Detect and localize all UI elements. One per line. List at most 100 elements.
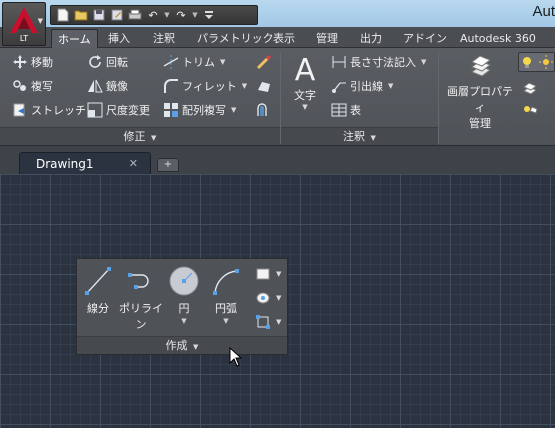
offset-button[interactable] xyxy=(256,100,272,120)
tab-output[interactable]: 出力 xyxy=(360,29,382,48)
hatch-icon xyxy=(255,290,271,306)
saveas-icon[interactable] xyxy=(109,7,125,23)
circle-icon xyxy=(169,266,199,296)
draw-panel-footer[interactable]: 作成 ▼ xyxy=(77,336,287,354)
chevron-down-icon[interactable]: ▼ xyxy=(276,294,281,302)
open-icon[interactable] xyxy=(73,7,89,23)
table-icon xyxy=(331,102,347,118)
chevron-down-icon[interactable]: ▼ xyxy=(276,270,281,278)
rotate-icon xyxy=(87,54,103,70)
modify-panel-footer[interactable]: 修正 ▼ xyxy=(0,127,280,145)
ribbon: 移動 複写 ストレッチ 回転 鏡像 尺度変更 トリム ▼ フィレット ▼ 配列複… xyxy=(0,48,555,146)
tab-insert[interactable]: 挿入 xyxy=(108,29,130,48)
chevron-down-icon: ▼ xyxy=(193,343,199,351)
leader-button[interactable]: 引出線 ▼ xyxy=(331,76,393,96)
arc-icon xyxy=(213,269,239,295)
close-icon[interactable]: ✕ xyxy=(129,157,138,170)
floating-draw-panel: 線分 ポリライン 円 ▼ 円弧 ▼ ▼ ▼ ▼ 作成 ▼ xyxy=(76,258,288,355)
line-button[interactable]: 線分 xyxy=(82,265,114,316)
array-button[interactable]: 配列複写 ▼ xyxy=(163,100,236,120)
explode-icon xyxy=(256,78,272,94)
polyline-icon xyxy=(128,273,149,289)
linear-dimension-button[interactable]: 長さ寸法記入 ▼ xyxy=(331,52,426,72)
rectangle-icon xyxy=(255,266,271,282)
erase-icon xyxy=(256,54,272,70)
chevron-down-icon[interactable]: ▼ xyxy=(231,106,236,114)
circle-button[interactable]: 円 ▼ xyxy=(167,265,201,325)
layer-tool-2-button[interactable] xyxy=(522,100,538,120)
explode-button[interactable] xyxy=(256,76,272,96)
customize-icon[interactable] xyxy=(201,7,217,23)
undo-icon[interactable]: ↶ xyxy=(145,7,161,23)
boundary-button[interactable]: ▼ xyxy=(255,312,281,332)
document-tab-bar: Drawing1 ✕ + xyxy=(0,146,555,174)
move-icon xyxy=(12,54,28,70)
fillet-button[interactable]: フィレット ▼ xyxy=(163,76,247,96)
layer-dropdown[interactable] xyxy=(518,52,555,72)
stretch-button[interactable]: ストレッチ xyxy=(12,100,86,120)
chevron-down-icon[interactable]: ▼ xyxy=(209,317,243,325)
hatch-button[interactable]: ▼ xyxy=(255,288,281,308)
trim-button[interactable]: トリム ▼ xyxy=(163,52,225,72)
chevron-down-icon[interactable]: ▼ xyxy=(388,82,393,90)
tab-addins[interactable]: アドイン xyxy=(403,29,447,48)
annotation-panel-footer[interactable]: 注釈 ▼ xyxy=(281,127,438,145)
fillet-label: フィレット xyxy=(182,80,237,93)
text-button[interactable]: A 文字 ▼ xyxy=(284,52,326,111)
chevron-down-icon[interactable]: ▼ xyxy=(242,82,247,90)
tab-manage[interactable]: 管理 xyxy=(316,29,338,48)
polyline-label: ポリライン xyxy=(119,302,163,331)
tab-home[interactable]: ホーム xyxy=(51,29,98,48)
tab-autodesk360[interactable]: Autodesk 360 xyxy=(460,29,536,48)
move-label: 移動 xyxy=(31,56,53,69)
mirror-button[interactable]: 鏡像 xyxy=(87,76,128,96)
tab-view[interactable]: 表示 xyxy=(273,29,295,48)
rectangle-button[interactable]: ▼ xyxy=(255,264,281,284)
application-menu-button[interactable]: LT ▼ xyxy=(2,2,46,46)
plus-icon: + xyxy=(163,159,173,170)
layer-properties-button[interactable]: 画層プロパティ 管理 xyxy=(442,54,518,131)
move-button[interactable]: 移動 xyxy=(12,52,53,72)
mirror-icon xyxy=(87,78,103,94)
annotation-panel-title: 注釈 xyxy=(343,130,366,143)
leader-icon xyxy=(331,78,347,94)
text-label: 文字 xyxy=(294,89,316,102)
line-icon xyxy=(85,267,111,295)
stretch-icon xyxy=(12,102,28,118)
layer-isolate-icon xyxy=(522,102,538,118)
erase-button[interactable] xyxy=(256,52,272,72)
tab-annotate[interactable]: 注釈 xyxy=(153,29,175,48)
save-icon[interactable] xyxy=(91,7,107,23)
chevron-down-icon[interactable]: ▼ xyxy=(220,58,225,66)
chevron-down-icon[interactable]: ▼ xyxy=(276,318,281,326)
app-edition-label: LT xyxy=(19,34,29,43)
scale-button[interactable]: 尺度変更 xyxy=(87,100,150,120)
sun-icon xyxy=(538,54,554,70)
plot-icon[interactable] xyxy=(127,7,143,23)
document-tab-drawing1[interactable]: Drawing1 ✕ xyxy=(19,152,151,174)
arc-button[interactable]: 円弧 ▼ xyxy=(209,265,243,325)
chevron-down-icon[interactable]: ▼ xyxy=(167,317,201,325)
array-icon xyxy=(163,102,179,118)
table-label: 表 xyxy=(350,104,361,117)
copy-label: 複写 xyxy=(31,80,53,93)
chevron-down-icon[interactable]: ▼ xyxy=(163,7,171,23)
chevron-down-icon[interactable]: ▼ xyxy=(421,58,426,66)
polyline-button[interactable]: ポリライン xyxy=(117,265,165,332)
new-tab-button[interactable]: + xyxy=(157,158,179,172)
redo-icon[interactable]: ↷ xyxy=(173,7,189,23)
layer-properties-label-line1: 画層プロパティ xyxy=(447,85,513,114)
layer-tool-1-button[interactable] xyxy=(522,80,538,100)
arc-label: 円弧 xyxy=(215,302,237,315)
modify-panel-title: 修正 xyxy=(123,130,146,143)
tab-parametric[interactable]: パラメトリック xyxy=(197,29,274,48)
new-icon[interactable] xyxy=(55,7,71,23)
table-button[interactable]: 表 xyxy=(331,100,361,120)
chevron-down-icon[interactable]: ▼ xyxy=(191,7,199,23)
copy-button[interactable]: 複写 xyxy=(12,76,53,96)
layer-properties-label-line2: 管理 xyxy=(469,117,491,130)
rotate-button[interactable]: 回転 xyxy=(87,52,128,72)
circle-label: 円 xyxy=(178,302,190,315)
mirror-label: 鏡像 xyxy=(106,80,128,93)
layer-properties-icon xyxy=(470,55,492,77)
